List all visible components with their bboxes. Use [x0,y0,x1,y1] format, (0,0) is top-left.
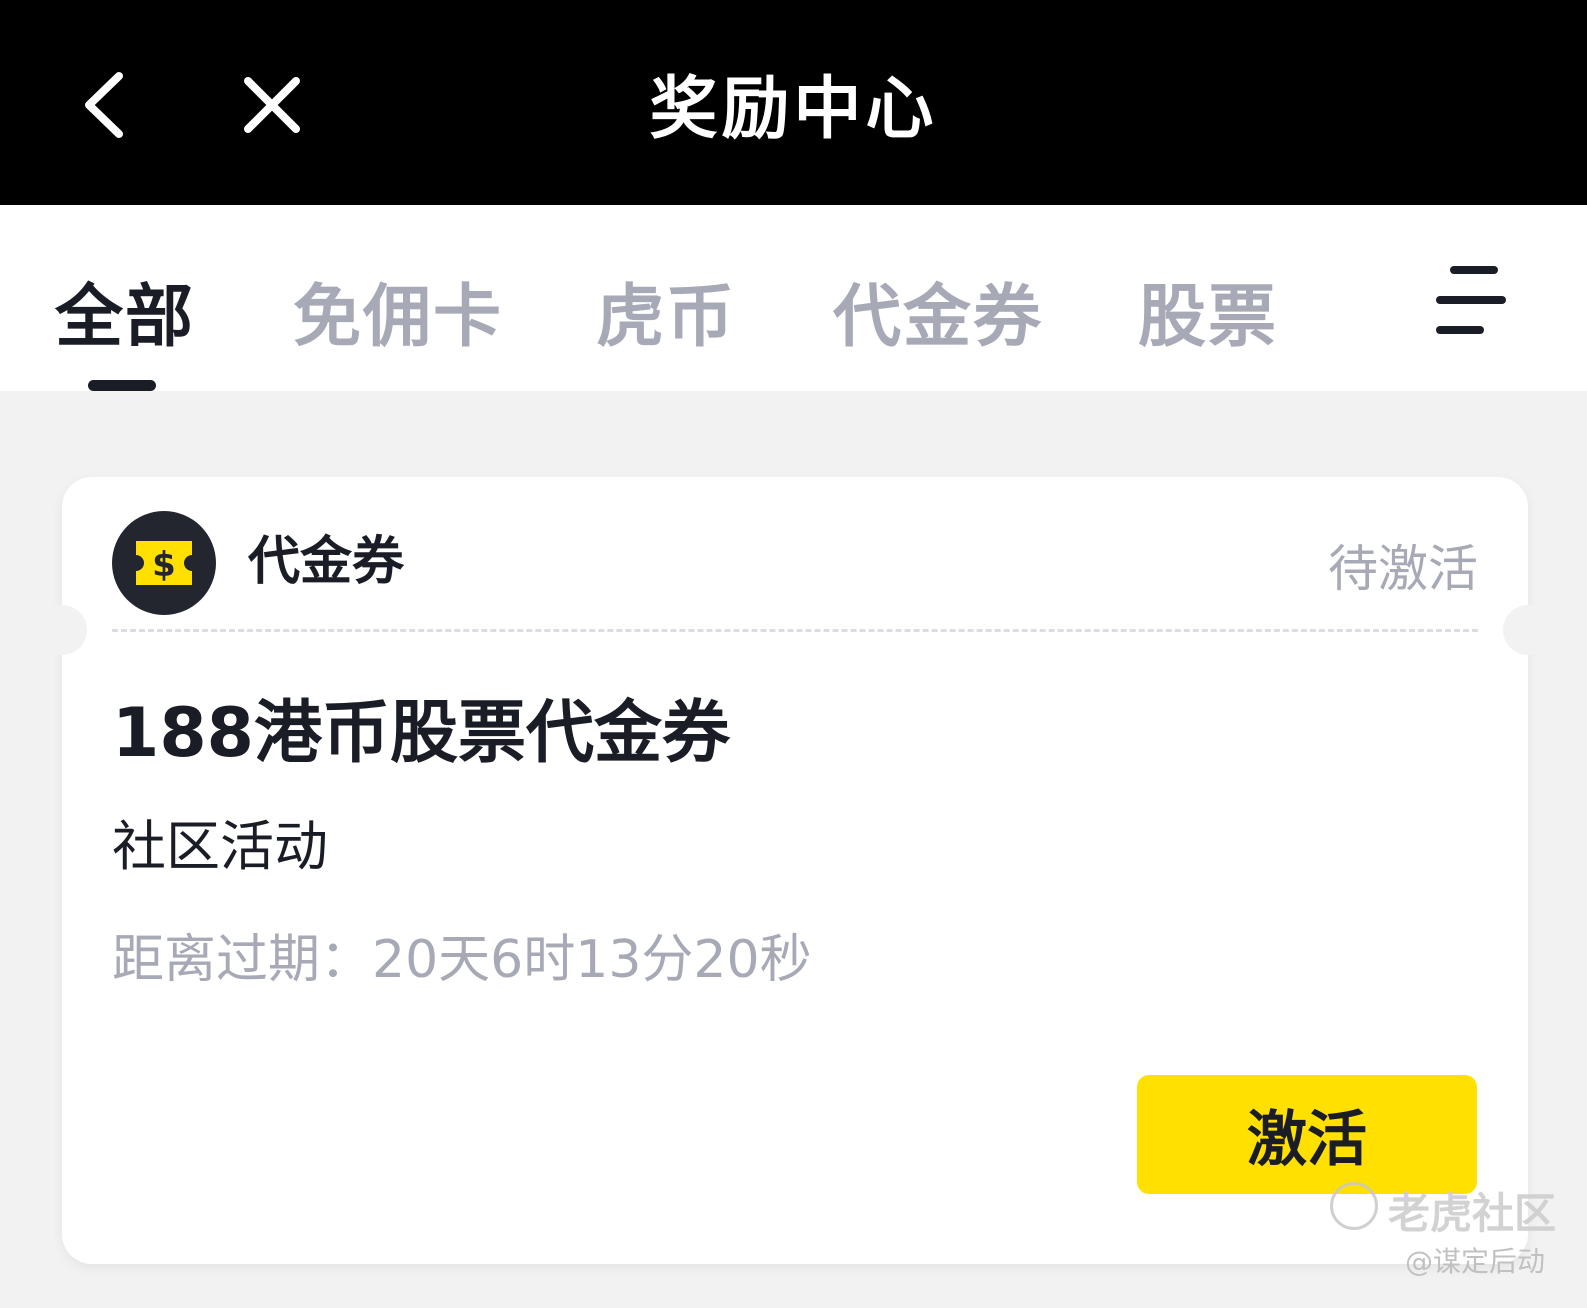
top-nav-bar: 奖励中心 [0,0,1587,205]
activate-button[interactable]: 激活 [1137,1075,1477,1194]
coupon-source: 社区活动 [112,815,328,878]
coupon-type-label: 代金券 [248,532,405,592]
watermark: 老虎社区 @谋定后动 [1330,1180,1580,1290]
tab-stocks[interactable]: 股票 [1138,261,1278,360]
dashed-divider [112,629,1478,632]
ticket-notch-right [1503,605,1553,655]
menu-icon[interactable] [1436,260,1506,340]
tab-all[interactable]: 全部 [55,261,195,360]
coupon-title: 188港币股票代金券 [112,694,730,773]
status-badge: 待激活 [1328,540,1478,598]
expiry-countdown: 距离过期：20天6时13分20秒 [112,930,812,990]
svg-text:$: $ [152,545,176,585]
dollar-ticket-icon: $ [112,511,216,615]
watermark-handle: @谋定后动 [1405,1245,1546,1278]
active-tab-indicator [88,380,156,391]
tab-voucher[interactable]: 代金券 [833,261,1043,360]
tab-commission-free-card[interactable]: 免佣卡 [293,261,503,360]
tiger-logo-icon [1330,1182,1378,1230]
ticket-notch-left [37,605,87,655]
coupon-card[interactable]: $ 代金券 待激活 188港币股票代金券 社区活动 距离过期：20天6时13分2… [37,477,1553,1264]
page-title: 奖励中心 [649,70,938,149]
category-tabs: 全部 免佣卡 虎币 代金券 股票 [0,205,1587,391]
tab-tiger-coin[interactable]: 虎币 [596,261,736,360]
watermark-brand: 老虎社区 [1388,1189,1557,1238]
